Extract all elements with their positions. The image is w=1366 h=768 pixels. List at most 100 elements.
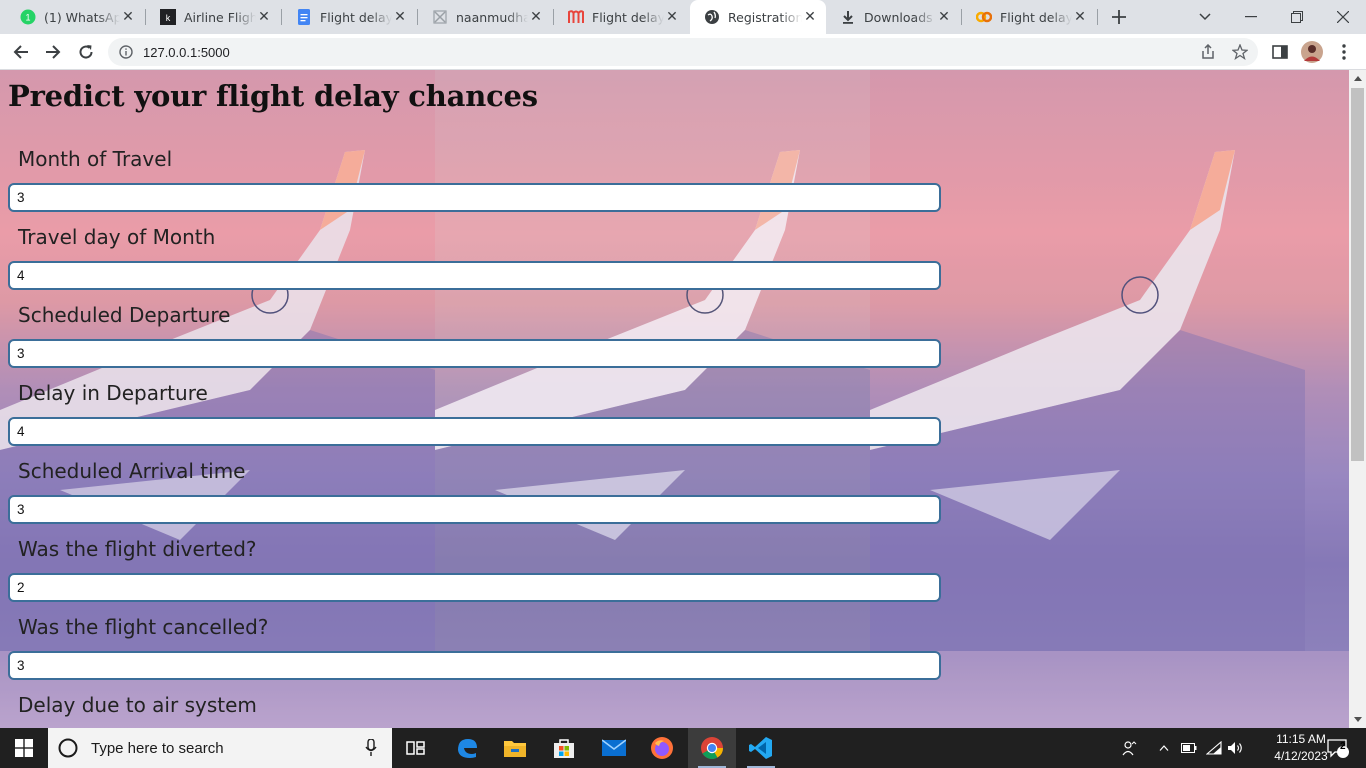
tab-whatsapp[interactable]: 1 (1) WhatsApp ✕ [6,0,144,34]
back-button[interactable] [6,37,36,67]
tab-title: Flight delay analysis [1000,9,1072,25]
chrome-taskbar-button[interactable] [688,728,736,768]
info-icon[interactable] [118,44,134,60]
reload-icon [79,45,93,59]
minimize-button[interactable] [1234,0,1268,34]
tab-search-button[interactable] [1188,0,1222,34]
month-of-travel-label: Month of Travel [18,147,173,171]
close-icon[interactable]: ✕ [1072,9,1088,25]
chevron-up-icon [1159,745,1169,751]
side-panel-button[interactable] [1268,40,1292,64]
close-icon[interactable]: ✕ [256,9,272,25]
windows-taskbar: Type here to search 11:15 AM 4/12/2023 2 [0,728,1366,768]
people-icon [1122,741,1137,756]
search-placeholder: Type here to search [91,739,224,757]
taskbar-search-box[interactable]: Type here to search [48,728,392,768]
scroll-up-button[interactable] [1349,70,1366,87]
tab-strip: 1 (1) WhatsApp ✕ k Airline Flight Delay … [0,0,1366,34]
vertical-scrollbar[interactable] [1349,70,1366,728]
puzzle-icon [432,9,448,25]
close-icon[interactable]: ✕ [392,9,408,25]
scheduled-arrival-time-label: Scheduled Arrival time [18,459,246,483]
microphone-icon[interactable] [365,739,377,757]
firefox-icon [651,737,673,759]
tab-title: Downloads [864,9,933,25]
close-icon[interactable]: ✕ [664,9,680,25]
tab-separator [1097,9,1098,25]
flight-diverted-input[interactable] [8,573,941,602]
colab-icon [976,9,992,25]
download-icon [840,9,856,25]
tab-flight-delay-m[interactable]: Flight delay prediction ✕ [554,0,688,34]
arrow-right-icon [46,45,61,59]
wifi-icon [1206,741,1222,755]
vscode-taskbar-button[interactable] [737,728,785,768]
people-button[interactable] [1118,728,1142,768]
scheduled-departure-input[interactable] [8,339,941,368]
google-docs-icon [296,9,312,25]
tab-downloads[interactable]: Downloads ✕ [826,0,960,34]
travel-day-of-month-input[interactable] [8,261,941,290]
page-viewport: Predict your flight delay chances Month … [0,70,1349,728]
scroll-down-button[interactable] [1349,711,1366,728]
chevron-down-icon [1199,13,1211,21]
delay-air-system-label: Delay due to air system [18,693,257,717]
edge-taskbar-button[interactable] [443,728,491,768]
close-icon[interactable]: ✕ [936,9,952,25]
battery-indicator[interactable] [1180,728,1198,768]
caret-up-icon [1353,76,1362,81]
side-panel-icon [1272,45,1288,59]
share-button[interactable] [1196,40,1220,64]
chrome-icon [701,737,723,759]
restore-button[interactable] [1280,0,1314,34]
new-tab-button[interactable] [1102,0,1136,34]
close-window-button[interactable] [1326,0,1360,34]
network-indicator[interactable] [1204,728,1224,768]
profile-avatar[interactable] [1300,40,1324,64]
bookmark-button[interactable] [1228,40,1252,64]
close-icon [1337,11,1349,23]
task-view-button[interactable] [392,728,440,768]
menu-button[interactable] [1332,40,1356,64]
address-bar[interactable]: 127.0.0.1:5000 [108,38,1258,66]
scheduled-arrival-time-input[interactable] [8,495,941,524]
page-title: Predict your flight delay chances [8,79,538,113]
tab-flight-delay-colab[interactable]: Flight delay analysis ✕ [962,0,1096,34]
whatsapp-icon: 1 [20,9,36,25]
tab-airline-flight[interactable]: k Airline Flight Delay ✕ [146,0,280,34]
avatar-icon [1301,41,1323,63]
scheduled-departure-label: Scheduled Departure [18,303,231,327]
month-of-travel-input[interactable] [8,183,941,212]
travel-day-of-month-label: Travel day of Month [18,225,216,249]
delay-in-departure-input[interactable] [8,417,941,446]
flight-cancelled-input[interactable] [8,651,941,680]
tab-flight-delay-doc[interactable]: Flight delay prediction ✕ [282,0,416,34]
action-center-button[interactable]: 2 [1318,728,1358,768]
store-taskbar-button[interactable] [540,728,588,768]
plus-icon [1112,10,1126,24]
mail-taskbar-button[interactable] [590,728,638,768]
firefox-taskbar-button[interactable] [638,728,686,768]
svg-text:1: 1 [25,13,30,23]
browser-toolbar: 127.0.0.1:5000 [0,34,1366,70]
flight-cancelled-label: Was the flight cancelled? [18,615,269,639]
show-hidden-icons-button[interactable] [1156,728,1172,768]
scroll-thumb[interactable] [1351,88,1364,461]
forward-button[interactable] [38,37,68,67]
tab-title: Flight delay prediction [592,9,664,25]
task-view-icon [406,741,425,755]
url-text[interactable]: 127.0.0.1:5000 [143,45,230,60]
tab-title: naanmudhalvan [456,9,528,25]
tab-naanmudhalvan[interactable]: naanmudhalvan ✕ [418,0,552,34]
start-button[interactable] [0,728,48,768]
volume-indicator[interactable] [1226,728,1244,768]
file-explorer-taskbar-button[interactable] [491,728,539,768]
close-icon[interactable]: ✕ [802,9,818,25]
kebab-menu-icon [1342,44,1346,60]
close-icon[interactable]: ✕ [528,9,544,25]
star-icon [1232,44,1248,60]
close-icon[interactable]: ✕ [120,9,136,25]
reload-button[interactable] [71,37,101,67]
windows-logo-icon [15,739,33,757]
tab-registration-form[interactable]: Registration Form ✕ [690,0,826,34]
